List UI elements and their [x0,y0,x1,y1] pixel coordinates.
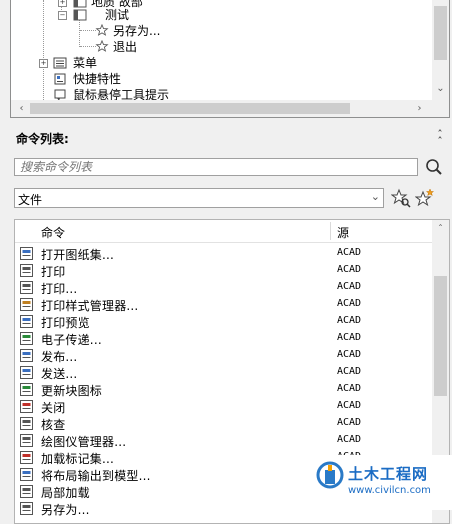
watermark-brand: 土木工程网 [348,465,429,483]
customization-tree[interactable]: + 地质 故部 − 测试 另存为... 退出 + 菜单 快捷特性 鼠标悬停工具提… [10,0,450,118]
collapse-icon[interactable]: − [58,11,67,20]
scrollbar-thumb[interactable] [434,276,447,396]
command-name: 更新块图标 [41,384,103,398]
command-source: ACAD [337,417,362,428]
table-row[interactable]: 打印 ACAD [15,262,434,279]
command-source: ACAD [337,366,362,377]
audit-icon [20,417,33,430]
scroll-up-icon[interactable]: ˆ [432,221,449,238]
table-row[interactable]: 绘图仪管理器... ACAD [15,432,434,449]
command-name: 核查 [41,418,66,432]
tree-item-quick-properties[interactable]: 快捷特性 [39,71,189,87]
command-source: ACAD [337,281,362,292]
plot-style-manager-icon [20,298,33,311]
new-command-icon[interactable] [415,188,435,208]
chevron-down-icon: ⌄ [370,190,380,203]
tree-horizontal-scrollbar[interactable]: ‹ › [11,100,449,117]
star-icon [95,40,109,52]
table-row[interactable]: 发布... ACAD [15,347,434,364]
command-name: 打开图纸集... [41,248,115,262]
expand-icon[interactable]: + [58,0,67,7]
tree-item-exit[interactable]: 退出 [95,39,245,55]
tree-connector [80,46,96,47]
column-header-source[interactable]: 源 [337,224,349,241]
table-row[interactable]: 打印预览 ACAD [15,313,434,330]
save-as-icon [20,502,33,515]
command-name: 打印... [41,282,78,296]
column-divider[interactable] [330,222,331,240]
etransmit-icon [20,332,33,345]
command-source: ACAD [337,400,362,411]
scroll-down-icon[interactable]: ⌄ [432,80,449,97]
star-icon [95,24,109,36]
close-file-icon [20,400,33,413]
export-layout-icon [20,468,33,481]
search-icon[interactable] [425,158,443,176]
command-source: ACAD [337,298,362,309]
watermark: 土木工程网 www.civilcn.com [306,455,452,510]
open-sheetset-icon [20,247,33,260]
watermark-logo [316,461,344,489]
command-name: 打印 [41,265,66,279]
markup-icon [20,451,33,464]
command-name: 局部加载 [41,486,90,500]
tree-connector [80,30,96,31]
command-source: ACAD [337,349,362,360]
table-row[interactable]: 关闭 ACAD [15,398,434,415]
command-source: ACAD [337,332,362,343]
command-source: ACAD [337,247,362,258]
command-source: ACAD [337,434,362,445]
command-name: 将布局输出到模型... [41,469,151,483]
command-source: ACAD [337,264,362,275]
table-row[interactable]: 核查 ACAD [15,415,434,432]
command-name: 电子传递... [41,333,102,347]
expand-icon[interactable]: + [39,59,48,68]
command-source: ACAD [337,383,362,394]
command-list-header: 命令列表: ˆˆ [10,127,450,149]
command-source: ACAD [337,315,362,326]
command-name: 打印样式管理器... [41,299,139,313]
quick-properties-icon [54,73,66,85]
scrollbar-thumb[interactable] [434,6,447,60]
print-icon [20,264,33,277]
command-name: 关闭 [41,401,66,415]
watermark-url: www.civilcn.com [348,485,431,496]
command-name: 加载标记集... [41,452,115,466]
partial-load-icon [20,485,33,498]
scroll-right-icon[interactable]: › [411,100,428,117]
table-row[interactable]: 打印样式管理器... ACAD [15,296,434,313]
print-dialog-icon [20,281,33,294]
table-row[interactable]: 发送... ACAD [15,364,434,381]
print-preview-icon [20,315,33,328]
publish-icon [20,349,33,362]
command-name: 绘图仪管理器... [41,435,127,449]
scrollbar-thumb[interactable] [30,103,350,114]
column-header-command[interactable]: 命令 [41,224,65,241]
table-row[interactable]: 更新块图标 ACAD [15,381,434,398]
category-dropdown[interactable]: 文件 ⌄ [14,188,384,208]
command-name: 打印预览 [41,316,90,330]
command-name: 发布... [41,350,78,364]
tree-item-test[interactable]: − 测试 [55,7,255,23]
command-name: 另存为... [41,503,90,517]
command-name: 发送... [41,367,78,381]
send-icon [20,366,33,379]
table-row[interactable]: 打开图纸集... ACAD [15,245,434,262]
find-command-icon[interactable] [391,188,411,208]
tree-item-menu[interactable]: + 菜单 [39,55,189,71]
collapse-section-icon[interactable]: ˆˆ [434,129,446,147]
scroll-left-icon[interactable]: ‹ [13,100,30,117]
plotter-manager-icon [20,434,33,447]
search-input[interactable] [14,158,418,176]
update-block-icon [20,383,33,396]
folder-icon [73,9,87,21]
table-row[interactable]: 电子传递... ACAD [15,330,434,347]
section-title: 命令列表: [16,132,69,146]
table-row[interactable]: 打印... ACAD [15,279,434,296]
menu-icon [53,57,67,69]
table-header: 命令 源 [15,220,434,243]
tree-item-save-as[interactable]: 另存为... [95,23,245,39]
